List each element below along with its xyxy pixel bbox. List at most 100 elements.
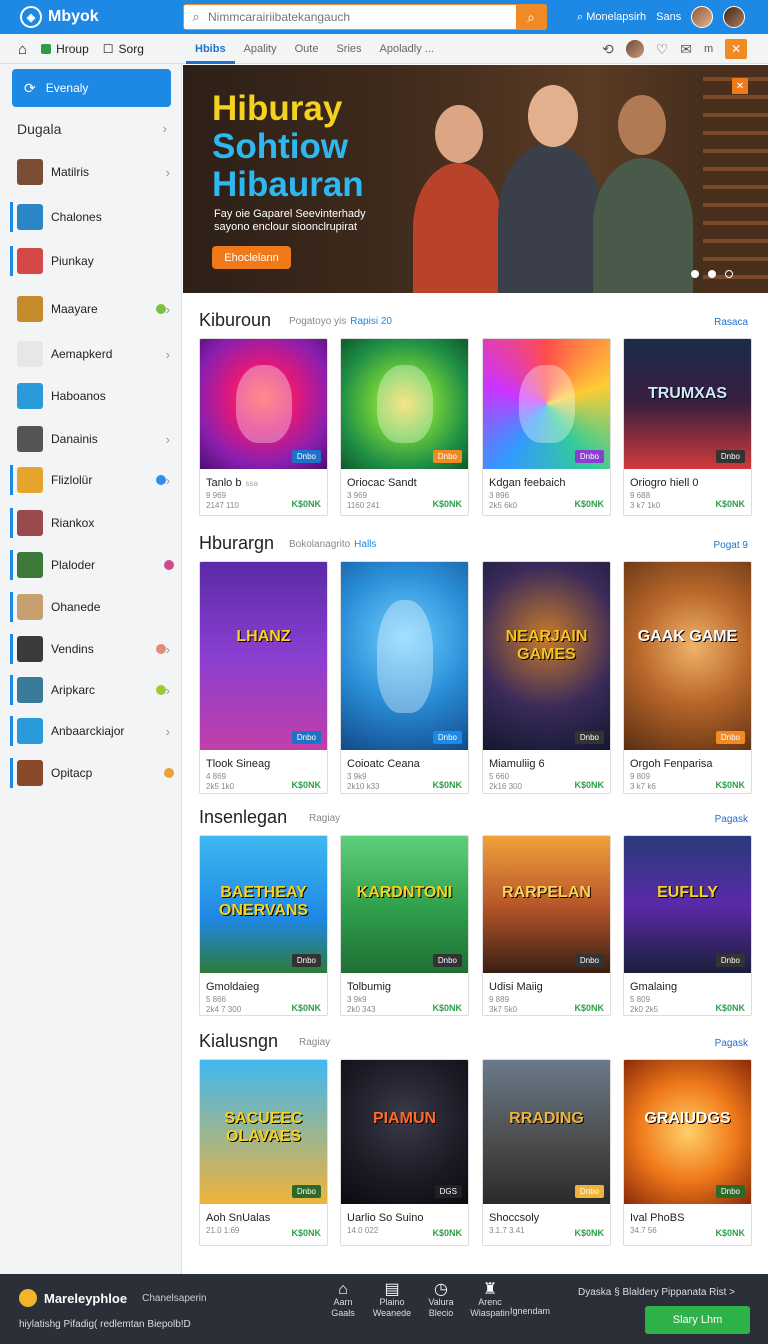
sidebar-item[interactable]: Vendins ›: [10, 632, 174, 666]
sidebar-item[interactable]: Aemapkerd ›: [10, 337, 174, 371]
game-card[interactable]: RRADING Dnbo Shoccsoly 3.1.7 3.41 K$0NK: [482, 1059, 611, 1246]
sidebar-item[interactable]: Anbaarckiajor ›: [10, 714, 174, 748]
game-title-text: Gmalaing: [630, 981, 678, 993]
status-dot: [155, 644, 166, 654]
game-card[interactable]: GRAIUDGS Dnbo Ival PhoBS 34.7 56 K$0NK: [623, 1059, 752, 1246]
sidebar-item-label: Piunkay: [51, 254, 94, 268]
tab-1[interactable]: Apality: [235, 34, 286, 64]
top-bar: ◈ Mbyok ⌕ ⌕ ⌕ Monelapsirh Sans: [0, 0, 768, 34]
share-icon[interactable]: ⟲: [602, 41, 614, 58]
game-meta-line2: 3 k7 k6: [630, 782, 656, 791]
section-see-all-link[interactable]: Pogat 9: [714, 540, 748, 551]
game-card[interactable]: RARPELAN Dnbo Udisi Maiig 9 889 3k7 5k0 K$0NK: [482, 835, 611, 1016]
chevron-right-icon: ›: [165, 346, 170, 362]
hero-banner[interactable]: Hiburay Sohtiow Hibauran Fay oie Gaparel…: [183, 65, 768, 293]
nav-group[interactable]: Hroup: [41, 42, 89, 56]
section-see-all-link[interactable]: Rasaca: [714, 317, 748, 328]
game-title-text: Tlook Sineag: [206, 758, 271, 770]
sidebar-item[interactable]: Plaloder: [10, 548, 174, 582]
profile-avatar[interactable]: [625, 40, 644, 58]
avatar-secondary[interactable]: [723, 6, 746, 28]
tab-4[interactable]: Apoladly ...: [371, 34, 443, 64]
footer-nav-history[interactable]: ◷ Valura Blecio: [416, 1282, 466, 1319]
game-card[interactable]: Dnbo Tanlo b ssa 9 969 2147 110 K$0NK: [199, 338, 328, 516]
mail-icon[interactable]: ✉: [680, 41, 692, 58]
sidebar-item[interactable]: Matilris ›: [10, 155, 174, 189]
tab-2[interactable]: Oute: [286, 34, 328, 64]
footer-nav-extra[interactable]: Ignendam: [505, 1306, 555, 1317]
game-price: K$0NK: [574, 1228, 604, 1238]
mascot-figure: [519, 365, 575, 443]
tab-3[interactable]: Sries: [327, 34, 370, 64]
game-card[interactable]: SACUEEC OLAVAES Dnbo Aoh SnUalas 21.0 1:69 K…: [199, 1059, 328, 1246]
sidebar-item-label: Plaloder: [51, 558, 96, 572]
footer-brand[interactable]: Mareleyphloe Chanelsaperin: [19, 1289, 207, 1307]
close-icon[interactable]: ✕: [725, 39, 748, 59]
game-card[interactable]: Dnbo Oriocac Sandt 3 969 1160 241 K$0NK: [340, 338, 469, 516]
item-thumbnail: [17, 677, 43, 703]
sidebar-item[interactable]: Opitacp: [10, 756, 174, 790]
game-cover-art: GAAK GAME Dnbo: [624, 562, 751, 750]
game-meta: 3 9k9 2k10 k33: [347, 772, 379, 792]
sidebar-primary-button[interactable]: ⟳ Evenaly: [12, 69, 171, 107]
section-see-all-link[interactable]: Pagask: [715, 814, 748, 825]
game-title: Tanlo b ssa: [206, 477, 258, 489]
tab-0[interactable]: Hbibs: [186, 34, 235, 64]
brand-logo[interactable]: ◈ Mbyok: [20, 5, 99, 29]
cover-title-text: TRUMXAS: [647, 385, 728, 402]
sidebar-item[interactable]: Flizlolür ›: [10, 463, 174, 497]
footer-nav-store[interactable]: ▤ Plaino Weanede: [367, 1282, 417, 1319]
close-icon[interactable]: ✕: [732, 78, 748, 94]
game-meta: 9 889 3k7 5k0: [489, 995, 517, 1015]
game-cover-art: PIAMUN DGS: [341, 1060, 468, 1204]
game-card[interactable]: LHANZ Dnbo Tlook Sineag 4 869 2k5 1k0 K$0NK: [199, 561, 328, 794]
game-cover-art: Dnbo: [200, 339, 327, 469]
secondary-link[interactable]: Sans: [656, 11, 681, 23]
game-title-text: Coioatc Ceana: [347, 758, 420, 770]
cover-title-text: EUFLLY: [657, 884, 718, 901]
footer-nav-home[interactable]: ⌂ Aarn Gaals: [318, 1282, 368, 1319]
section-see-all-link[interactable]: Pagask: [715, 1038, 748, 1049]
search-button[interactable]: ⌕: [516, 5, 546, 29]
hero-title-line2: Sohtiow: [212, 127, 349, 166]
sidebar-item[interactable]: Aripkarc ›: [10, 673, 174, 707]
game-meta: 9 809 3 k7 k6: [630, 772, 656, 792]
game-meta-line1: 5 809: [630, 995, 651, 1004]
sidebar-section-header[interactable]: Dugala ›: [17, 121, 167, 141]
game-card[interactable]: EUFLLY Dnbo Gmalaing 5 809 2k0 2k5 K$0NK: [623, 835, 752, 1016]
play-button[interactable]: Slary Lhm: [645, 1306, 750, 1334]
platform-badge: Dnbo: [715, 731, 745, 744]
game-card[interactable]: Dnbo Kdgan feebaich 3 896 2k5 6k0 K$0NK: [482, 338, 611, 516]
sidebar-item[interactable]: Maayare ›: [10, 292, 174, 326]
game-meta-line2: 3 k7 1k0: [630, 501, 661, 510]
game-card[interactable]: GAAK GAME Dnbo Orgoh Fenparisa 9 809 3 k7 k6…: [623, 561, 752, 794]
game-card[interactable]: KARDNTONI Dnbo Tolbumig 3 9k9 2k0 343 K$0NK: [340, 835, 469, 1016]
footer-right-links[interactable]: Dyaska § Blaldery Pippanata Rist >: [578, 1287, 735, 1298]
search-input[interactable]: [208, 10, 516, 24]
game-card[interactable]: PIAMUN DGS Uarlio So Suino 14.0 022 K$0NK: [340, 1059, 469, 1246]
game-card[interactable]: BAETHEAY ONERVANS Dnbo Gmoldaieg 5 866 2k4 7…: [199, 835, 328, 1016]
carousel-dots[interactable]: [691, 270, 733, 278]
avatar[interactable]: [691, 6, 714, 28]
game-card[interactable]: Dnbo Coioatc Ceana 3 9k9 2k10 k33 K$0NK: [340, 561, 469, 794]
footer-links[interactable]: hiylatishg Pifadig( redlemtan Biepolb!D: [19, 1319, 191, 1330]
section-title: Insenlegan: [199, 807, 288, 827]
hero-cta-button[interactable]: Ehoclelann: [212, 246, 291, 269]
sidebar-item[interactable]: Riankox: [10, 506, 174, 540]
nav-sort[interactable]: ☐ Sorg: [103, 42, 144, 56]
account-link[interactable]: ⌕ Monelapsirh: [577, 11, 646, 24]
sidebar-item[interactable]: Haboanos: [10, 379, 174, 413]
home-icon[interactable]: ⌂: [18, 41, 27, 58]
sidebar-item[interactable]: Piunkay: [10, 244, 174, 278]
game-card[interactable]: TRUMXAS Dnbo Oriogro hiell 0 9 688 3 k7 1k0 K…: [623, 338, 752, 516]
menu-icon[interactable]: m: [704, 43, 713, 55]
cover-title-text: RRADING: [509, 1110, 584, 1127]
sidebar: ⟳ Evenaly Dugala › Matilris › Chalones Piunk…: [0, 64, 182, 1274]
game-title: Gmoldaieg: [206, 981, 259, 993]
sidebar-item[interactable]: Chalones: [10, 200, 174, 234]
sidebar-item[interactable]: Ohanede: [10, 590, 174, 624]
game-title: Coioatc Ceana: [347, 758, 420, 770]
game-card[interactable]: NEARJAIN GAMES Dnbo Miamuliig 6 5 660 2k16 3…: [482, 561, 611, 794]
sidebar-item[interactable]: Danainis ›: [10, 422, 174, 456]
heart-icon[interactable]: ♡: [656, 41, 669, 58]
